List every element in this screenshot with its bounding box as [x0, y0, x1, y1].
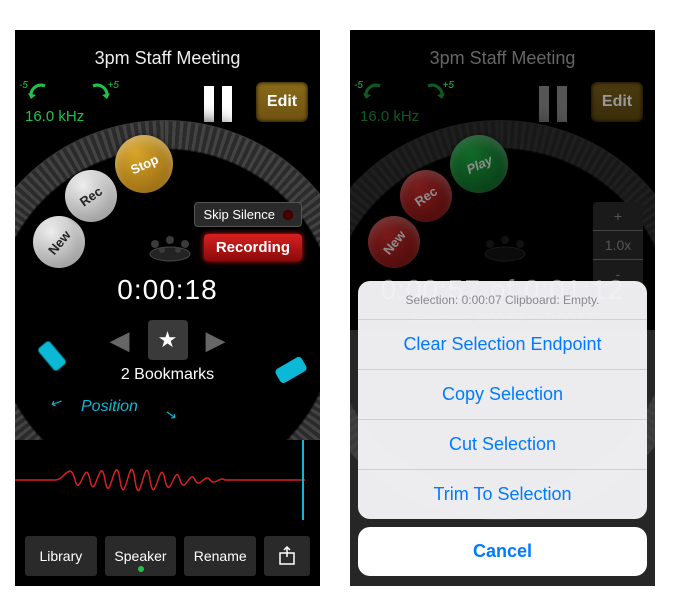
- waveform-cursor[interactable]: [302, 440, 304, 520]
- bookmarks-count: 2 Bookmarks: [15, 366, 320, 384]
- edit-button[interactable]: Edit: [256, 82, 308, 122]
- rec-button: Rec: [400, 170, 452, 222]
- page-title: 3pm Staff Meeting: [15, 48, 320, 69]
- pause-button[interactable]: [196, 82, 240, 126]
- recorder-screen-recording: 3pm Staff Meeting -5 +5 16.0 kHz Edit Ne…: [15, 30, 320, 586]
- bottom-toolbar: Library Speaker Rename: [25, 536, 310, 576]
- meeting-icon: [480, 230, 530, 264]
- recording-badge: Recording: [204, 234, 302, 261]
- trim-to-selection-item[interactable]: Trim To Selection: [358, 470, 647, 519]
- new-button: New: [368, 216, 420, 268]
- library-tab[interactable]: Library: [25, 536, 97, 576]
- page-title: 3pm Staff Meeting: [350, 48, 655, 69]
- bookmark-star-button[interactable]: ★: [148, 320, 188, 360]
- pause-button: [531, 82, 575, 126]
- speaker-tab[interactable]: Speaker: [105, 536, 177, 576]
- freq-up-button[interactable]: +5: [85, 82, 113, 104]
- position-label: Position: [81, 398, 138, 416]
- clear-selection-endpoint-item[interactable]: Clear Selection Endpoint: [358, 320, 647, 370]
- frequency-value: 16.0 kHz: [360, 108, 448, 125]
- share-icon: [277, 546, 297, 566]
- action-sheet: Selection: 0:00:07 Clipboard: Empty. Cle…: [358, 281, 647, 576]
- rec-button[interactable]: Rec: [65, 170, 117, 222]
- cut-selection-item[interactable]: Cut Selection: [358, 420, 647, 470]
- bookmark-next-icon[interactable]: ▶: [206, 325, 226, 356]
- freq-up-button: +5: [420, 82, 448, 104]
- copy-selection-item[interactable]: Copy Selection: [358, 370, 647, 420]
- skip-silence-toggle[interactable]: Skip Silence: [194, 202, 302, 227]
- speed-value: 1.0x: [593, 230, 643, 259]
- recorder-screen-selection-menu: 3pm Staff Meeting -5 +5 16.0 kHz Edit Ne…: [350, 30, 655, 586]
- frequency-control: -5 +5 16.0 kHz: [25, 82, 113, 125]
- edit-button: Edit: [591, 82, 643, 122]
- freq-down-button: -5: [360, 82, 388, 104]
- skip-silence-indicator-icon: [283, 210, 293, 220]
- frequency-value: 16.0 kHz: [25, 108, 113, 125]
- freq-down-button[interactable]: -5: [25, 82, 53, 104]
- new-button[interactable]: New: [33, 216, 85, 268]
- cancel-button[interactable]: Cancel: [358, 527, 647, 576]
- rename-tab[interactable]: Rename: [184, 536, 256, 576]
- meeting-icon: [145, 230, 195, 264]
- stop-button[interactable]: Stop: [115, 135, 173, 193]
- bookmark-prev-icon[interactable]: ◀: [110, 325, 130, 356]
- action-sheet-header: Selection: 0:00:07 Clipboard: Empty.: [358, 281, 647, 320]
- play-button: Play: [450, 135, 508, 193]
- waveform[interactable]: [15, 440, 320, 520]
- elapsed-time: 0:00:18: [15, 274, 320, 306]
- speed-up-button: +: [593, 202, 643, 230]
- share-button[interactable]: [264, 536, 310, 576]
- frequency-control: -5 +5 16.0 kHz: [360, 82, 448, 125]
